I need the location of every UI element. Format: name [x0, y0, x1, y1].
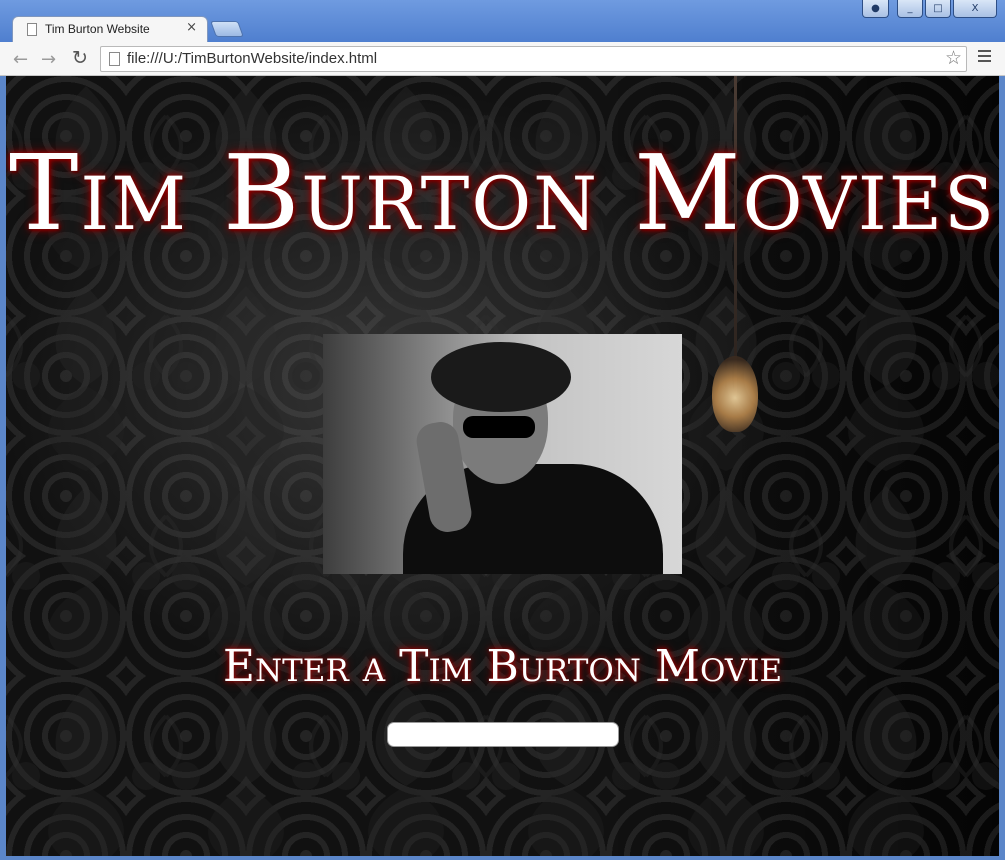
page-viewport: Tim Burton Movies Enter a Tim Burton Mov…: [6, 76, 999, 856]
movie-prompt: Enter a Tim Burton Movie: [222, 641, 783, 692]
url-text[interactable]: file:///U:/TimBurtonWebsite/index.html: [127, 50, 377, 67]
reload-icon[interactable]: ↻: [72, 47, 88, 69]
browser-window: ● _ □ X Tim Burton Website × ← → ↻ file:…: [0, 0, 1005, 860]
movie-search-input[interactable]: [387, 722, 619, 747]
photo-sunglasses: [463, 416, 535, 438]
address-bar[interactable]: file:///U:/TimBurtonWebsite/index.html ☆: [100, 46, 967, 72]
tim-burton-photo: [323, 334, 682, 574]
close-tab-icon[interactable]: ×: [186, 20, 197, 35]
menu-icon[interactable]: [978, 50, 991, 62]
light-bulb: [712, 356, 758, 432]
browser-tab[interactable]: Tim Burton Website ×: [12, 16, 208, 42]
page-title: Tim Burton Movies: [8, 132, 996, 254]
arrow-left-icon[interactable]: ←: [13, 49, 28, 70]
minimize-button[interactable]: _: [897, 0, 923, 18]
window-bottom-border: [0, 856, 1005, 860]
tab-title: Tim Burton Website: [45, 22, 150, 36]
photo-person-hair: [431, 342, 571, 412]
browser-toolbar: ← → ↻ file:///U:/TimBurtonWebsite/index.…: [0, 42, 1005, 76]
page-icon: [27, 23, 37, 36]
maximize-button[interactable]: □: [925, 0, 951, 18]
new-tab-button[interactable]: [210, 21, 244, 37]
title-bar: ● _ □ X Tim Burton Website ×: [0, 0, 1005, 42]
user-icon[interactable]: ●: [862, 0, 889, 18]
window-controls: ● _ □ X: [862, 0, 997, 19]
star-icon[interactable]: ☆: [945, 47, 962, 69]
arrow-right-icon[interactable]: →: [41, 49, 56, 70]
close-window-button[interactable]: X: [953, 0, 997, 18]
page-icon: [109, 52, 120, 66]
